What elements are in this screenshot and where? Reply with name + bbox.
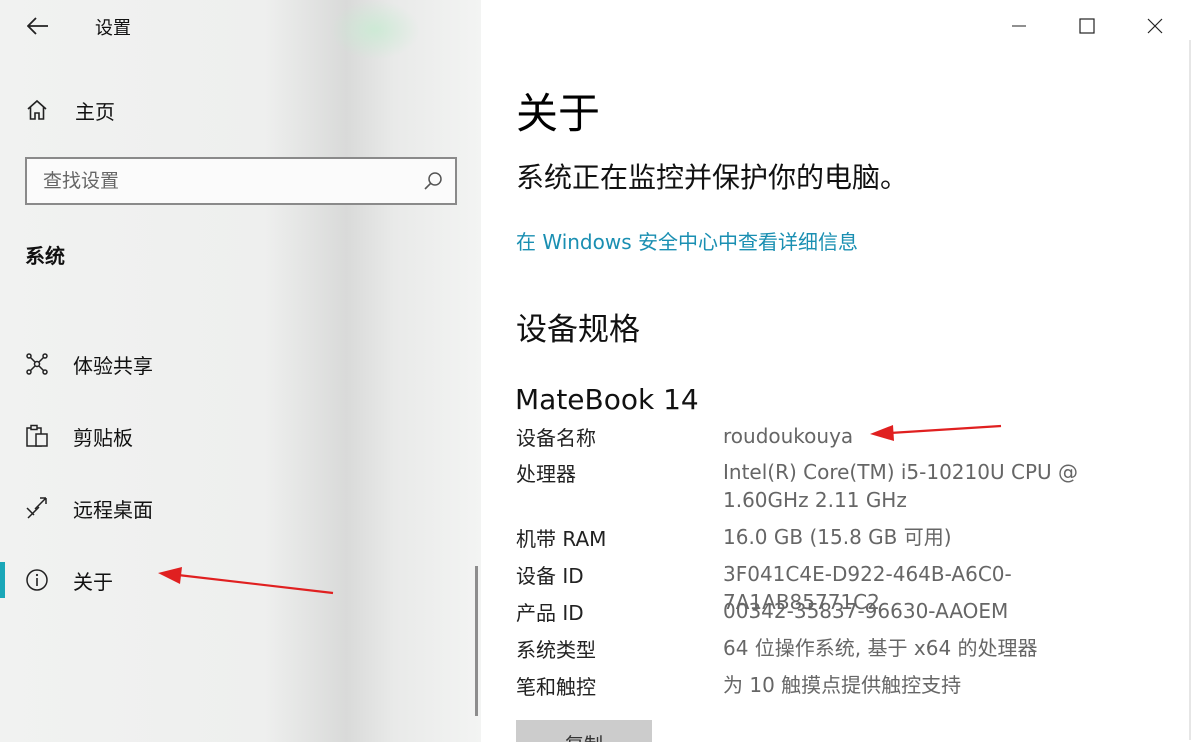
search-box[interactable]	[25, 157, 457, 205]
info-icon	[24, 567, 50, 593]
sidebar-item-home[interactable]: 主页	[0, 84, 481, 136]
copy-button[interactable]: 复制	[516, 720, 652, 742]
spec-label: 设备 ID	[516, 564, 584, 588]
spec-value: 00342-35837-96630-AAOEM	[723, 599, 1009, 623]
main-scrollbar[interactable]	[1189, 40, 1191, 740]
spec-value: roudoukouya	[723, 424, 854, 448]
spec-label: 产品 ID	[516, 601, 584, 625]
minimize-icon	[1012, 25, 1026, 27]
home-icon	[24, 97, 50, 123]
search-icon[interactable]	[423, 171, 443, 191]
spec-value: Intel(R) Core(TM) i5-10210U CPU @ 1.60GH…	[723, 460, 1078, 512]
sidebar-item-label: 关于	[73, 569, 113, 594]
sidebar-item-label: 剪贴板	[73, 425, 133, 450]
protection-status-text: 系统正在监控并保护你的电脑。	[516, 161, 909, 194]
security-center-link[interactable]: 在 Windows 安全中心中查看详细信息	[516, 226, 858, 255]
minimize-button[interactable]	[985, 0, 1053, 52]
spec-value: 64 位操作系统, 基于 x64 的处理器	[723, 636, 1038, 660]
app-title: 设置	[95, 18, 131, 39]
clipboard-icon	[24, 423, 50, 449]
back-arrow-icon	[27, 17, 48, 35]
back-button[interactable]	[20, 8, 56, 44]
device-specs-heading: 设备规格	[516, 312, 640, 348]
sidebar-item-label: 远程桌面	[73, 497, 153, 522]
share-network-icon	[24, 351, 50, 377]
sidebar: 设置 主页 系统 体验共享	[0, 0, 481, 742]
background-glow	[330, 0, 420, 60]
maximize-icon	[1079, 18, 1095, 34]
close-icon	[1147, 18, 1163, 34]
close-button[interactable]	[1121, 0, 1189, 52]
sidebar-item-label: 体验共享	[73, 353, 153, 378]
device-model-name: MateBook 14	[515, 383, 699, 416]
sidebar-item-label: 主页	[75, 99, 115, 124]
page-title: 关于	[516, 89, 601, 138]
spec-label: 设备名称	[516, 426, 596, 450]
search-input[interactable]	[27, 159, 412, 203]
spec-label: 系统类型	[516, 638, 596, 662]
spec-value: 16.0 GB (15.8 GB 可用)	[723, 525, 952, 549]
remote-desktop-icon	[24, 495, 50, 521]
maximize-button[interactable]	[1053, 0, 1121, 52]
spec-label: 机带 RAM	[516, 527, 607, 551]
sidebar-item-remote-desktop[interactable]: 远程桌面	[0, 482, 481, 534]
spec-value: 为 10 触摸点提供触控支持	[723, 673, 962, 697]
sidebar-item-about[interactable]: 关于	[0, 554, 481, 606]
sidebar-scrollbar[interactable]	[475, 566, 478, 716]
section-header-system: 系统	[25, 244, 65, 268]
sidebar-item-shared-experiences[interactable]: 体验共享	[0, 338, 481, 390]
spec-label: 处理器	[516, 462, 576, 486]
spec-label: 笔和触控	[516, 675, 596, 699]
sidebar-item-clipboard[interactable]: 剪贴板	[0, 410, 481, 462]
